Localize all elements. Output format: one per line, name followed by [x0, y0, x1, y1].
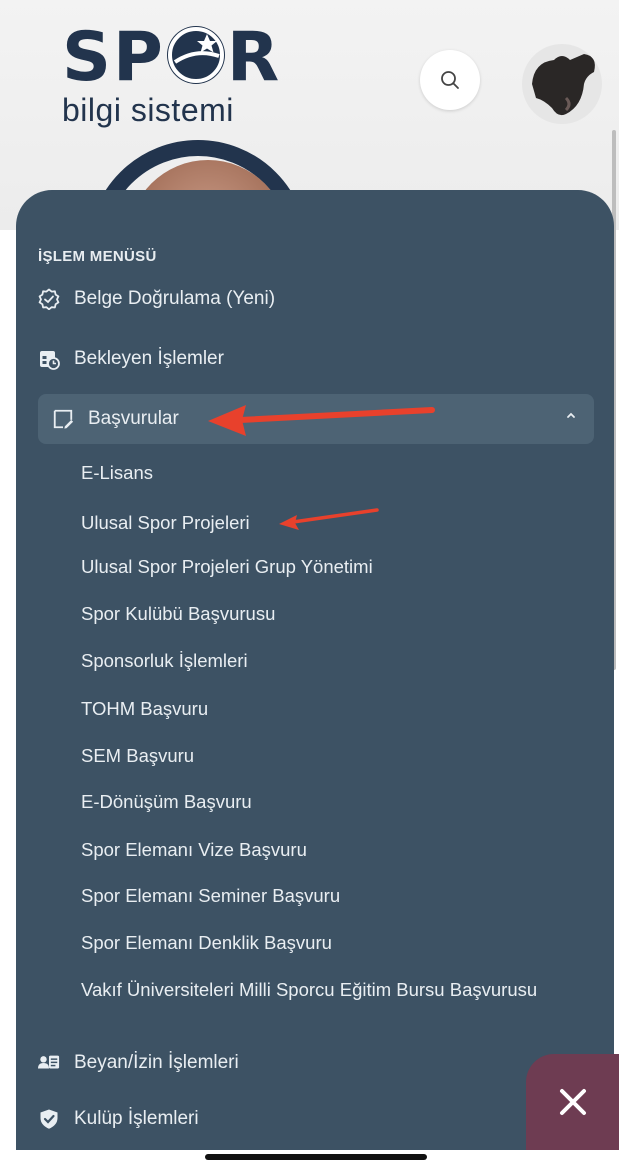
- close-menu-button[interactable]: [526, 1054, 619, 1150]
- search-icon: [441, 71, 459, 89]
- submenu-item-sponsorluk[interactable]: Sponsorluk İşlemleri: [81, 651, 551, 671]
- logo-ball-icon: [166, 26, 225, 84]
- menu-item-label: Kulüp İşlemleri: [74, 1108, 199, 1129]
- avatar[interactable]: [522, 44, 602, 124]
- submenu-item-tohm[interactable]: TOHM Başvuru: [81, 699, 551, 719]
- search-button[interactable]: [420, 50, 480, 110]
- annotation-arrow-small-icon: [279, 508, 379, 530]
- submenu-item-sem[interactable]: SEM Başvuru: [81, 746, 551, 766]
- menu-item-label: Bekleyen İşlemler: [74, 348, 224, 369]
- menu-item-belge-dogrulama[interactable]: Belge Doğrulama (Yeni): [38, 288, 275, 310]
- form-edit-icon: [52, 408, 74, 430]
- submenu-item-spor-elemani-denklik[interactable]: Spor Elemanı Denklik Başvuru: [81, 933, 551, 953]
- logo[interactable]: SP R: [62, 24, 281, 92]
- submenu-item-spor-elemani-seminer[interactable]: Spor Elemanı Seminer Başvuru: [81, 886, 551, 906]
- close-icon: [559, 1089, 586, 1115]
- submenu-item-spor-kulubu[interactable]: Spor Kulübü Başvurusu: [81, 604, 551, 624]
- menu-item-label: Beyan/İzin İşlemleri: [74, 1052, 239, 1073]
- submenu-item-spor-elemani-vize[interactable]: Spor Elemanı Vize Başvuru: [81, 840, 551, 860]
- menu-item-label: Başvurular: [88, 408, 179, 429]
- menu-item-bekleyen-islemler[interactable]: Bekleyen İşlemler: [38, 348, 224, 370]
- side-menu: İŞLEM MENÜSÜ Belge Doğrulama (Yeni) Bekl…: [16, 190, 614, 1150]
- chevron-up-icon[interactable]: [564, 408, 578, 422]
- menu-item-kulup-islemleri[interactable]: Kulüp İşlemleri: [38, 1108, 199, 1130]
- submenu-item-e-donusum[interactable]: E-Dönüşüm Başvuru: [81, 792, 551, 812]
- menu-item-label: Belge Doğrulama (Yeni): [74, 288, 276, 309]
- submenu-item-ulusal-spor-projeleri-grup[interactable]: Ulusal Spor Projeleri Grup Yönetimi: [81, 557, 551, 577]
- home-indicator[interactable]: [205, 1154, 427, 1160]
- menu-section-title: İŞLEM MENÜSÜ: [38, 248, 157, 265]
- logo-r: R: [226, 18, 282, 97]
- submenu-item-vakif-universiteleri[interactable]: Vakıf Üniversiteleri Milli Sporcu Eğitim…: [81, 980, 551, 1000]
- shield-check-icon: [38, 1108, 60, 1130]
- logo-sp: SP: [62, 18, 165, 97]
- annotation-arrow-icon: [208, 405, 435, 436]
- menu-item-beyan-izin[interactable]: Beyan/İzin İşlemleri: [38, 1052, 239, 1074]
- user-card-icon: [38, 1052, 60, 1074]
- badge-check-icon: [38, 288, 60, 310]
- submenu-item-e-lisans[interactable]: E-Lisans: [81, 463, 551, 483]
- calendar-clock-icon: [38, 348, 60, 370]
- logo-subtitle: bilgi sistemi: [62, 92, 234, 128]
